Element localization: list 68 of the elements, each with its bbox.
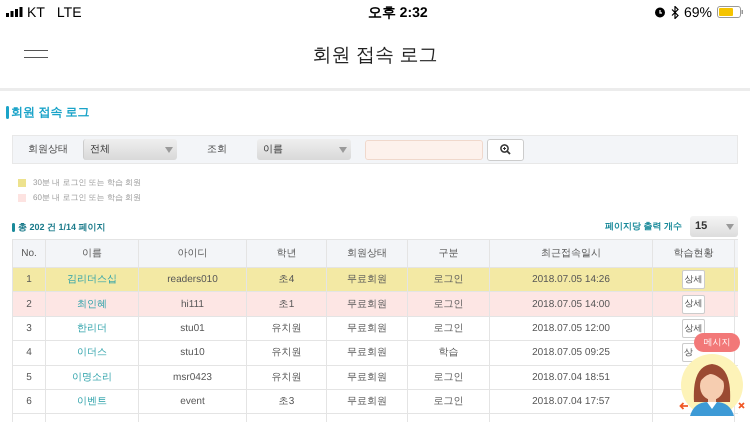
status-select[interactable]: 전체 bbox=[83, 139, 177, 160]
search-button[interactable] bbox=[487, 138, 524, 160]
filter-label: 회원상태 bbox=[27, 143, 69, 157]
member-id: stu10 bbox=[180, 346, 205, 360]
member-status: 무료회원 bbox=[347, 395, 387, 410]
battery-icon bbox=[716, 6, 744, 18]
grade: 유치원 bbox=[272, 370, 302, 385]
detail-button[interactable]: 상세 bbox=[682, 318, 705, 338]
dropdown-caret-icon bbox=[726, 224, 734, 230]
last-access-time: 2018.07.05 12:00 bbox=[532, 322, 610, 336]
page-title: 회원 접속 로그 bbox=[312, 44, 438, 68]
grade: 유치원 bbox=[272, 346, 302, 360]
dropdown-caret-icon bbox=[339, 146, 347, 152]
member-id: event bbox=[180, 395, 205, 410]
arrow-left-icon[interactable] bbox=[679, 402, 688, 410]
member-status: 무료회원 bbox=[347, 298, 387, 312]
last-access-time: 2018.07.05 09:25 bbox=[532, 346, 610, 360]
signal-icon bbox=[6, 7, 23, 17]
section-title: 회원 접속 로그 bbox=[11, 104, 90, 121]
row-number: 2 bbox=[26, 298, 32, 312]
last-access-time: 2018.07.04 18:51 bbox=[532, 370, 610, 385]
network-type: LTE bbox=[56, 2, 82, 22]
per-page-label: 페이지당 출력 개수 bbox=[604, 220, 682, 233]
zoom-in-icon bbox=[500, 144, 511, 155]
row-number: 3 bbox=[26, 322, 32, 336]
search-field[interactable] bbox=[365, 140, 483, 160]
member-status: 무료회원 bbox=[347, 346, 387, 360]
log-type: 로그인 bbox=[434, 322, 464, 336]
filter-label: 조회 bbox=[206, 143, 228, 157]
last-access-time: 2018.07.05 14:00 bbox=[532, 298, 610, 312]
carrier: KT bbox=[27, 2, 45, 22]
member-status: 무료회원 bbox=[347, 273, 387, 288]
grade: 초4 bbox=[278, 273, 294, 288]
per-page-select[interactable]: 15 bbox=[690, 216, 738, 237]
close-icon[interactable] bbox=[738, 402, 745, 409]
grade: 유치원 bbox=[272, 322, 302, 336]
row-number: 5 bbox=[26, 370, 32, 385]
grade: 초1 bbox=[278, 298, 294, 312]
total-count: 총 202 건 1/14 페이지 bbox=[18, 220, 106, 234]
member-status: 무료회원 bbox=[347, 322, 387, 336]
row-number: 6 bbox=[26, 395, 32, 410]
detail-button[interactable]: 상세 bbox=[682, 270, 705, 290]
log-type: 로그인 bbox=[434, 273, 464, 288]
member-status: 무료회원 bbox=[347, 370, 387, 385]
row-number: 4 bbox=[26, 346, 32, 360]
legend-label: 60분 내 로그인 또는 학습 회원 bbox=[33, 192, 142, 204]
alarm-icon bbox=[654, 6, 666, 18]
member-id: readers010 bbox=[167, 273, 218, 288]
log-type: 학습 bbox=[438, 346, 458, 360]
row-number: 1 bbox=[26, 273, 32, 288]
bluetooth-icon bbox=[670, 6, 679, 18]
menu-button[interactable] bbox=[24, 50, 48, 58]
last-access-time: 2018.07.04 17:57 bbox=[532, 395, 610, 410]
grade: 초3 bbox=[278, 395, 294, 410]
legend-label: 30분 내 로그인 또는 학습 회원 bbox=[33, 177, 142, 189]
member-id: msr0423 bbox=[173, 370, 212, 385]
detail-button[interactable]: 상 bbox=[682, 343, 694, 362]
log-type: 로그인 bbox=[434, 370, 464, 385]
clock: 오후 2:32 bbox=[368, 2, 428, 22]
last-access-time: 2018.07.05 14:26 bbox=[532, 273, 610, 288]
battery-percent: 69% bbox=[684, 2, 712, 22]
log-type: 로그인 bbox=[434, 395, 464, 410]
log-type: 로그인 bbox=[434, 298, 464, 312]
member-id: stu01 bbox=[180, 322, 205, 336]
member-id: hi111 bbox=[181, 298, 204, 312]
detail-button[interactable]: 상세 bbox=[682, 294, 705, 314]
dropdown-caret-icon bbox=[165, 146, 173, 152]
search-type-select[interactable]: 이름 bbox=[257, 139, 351, 160]
